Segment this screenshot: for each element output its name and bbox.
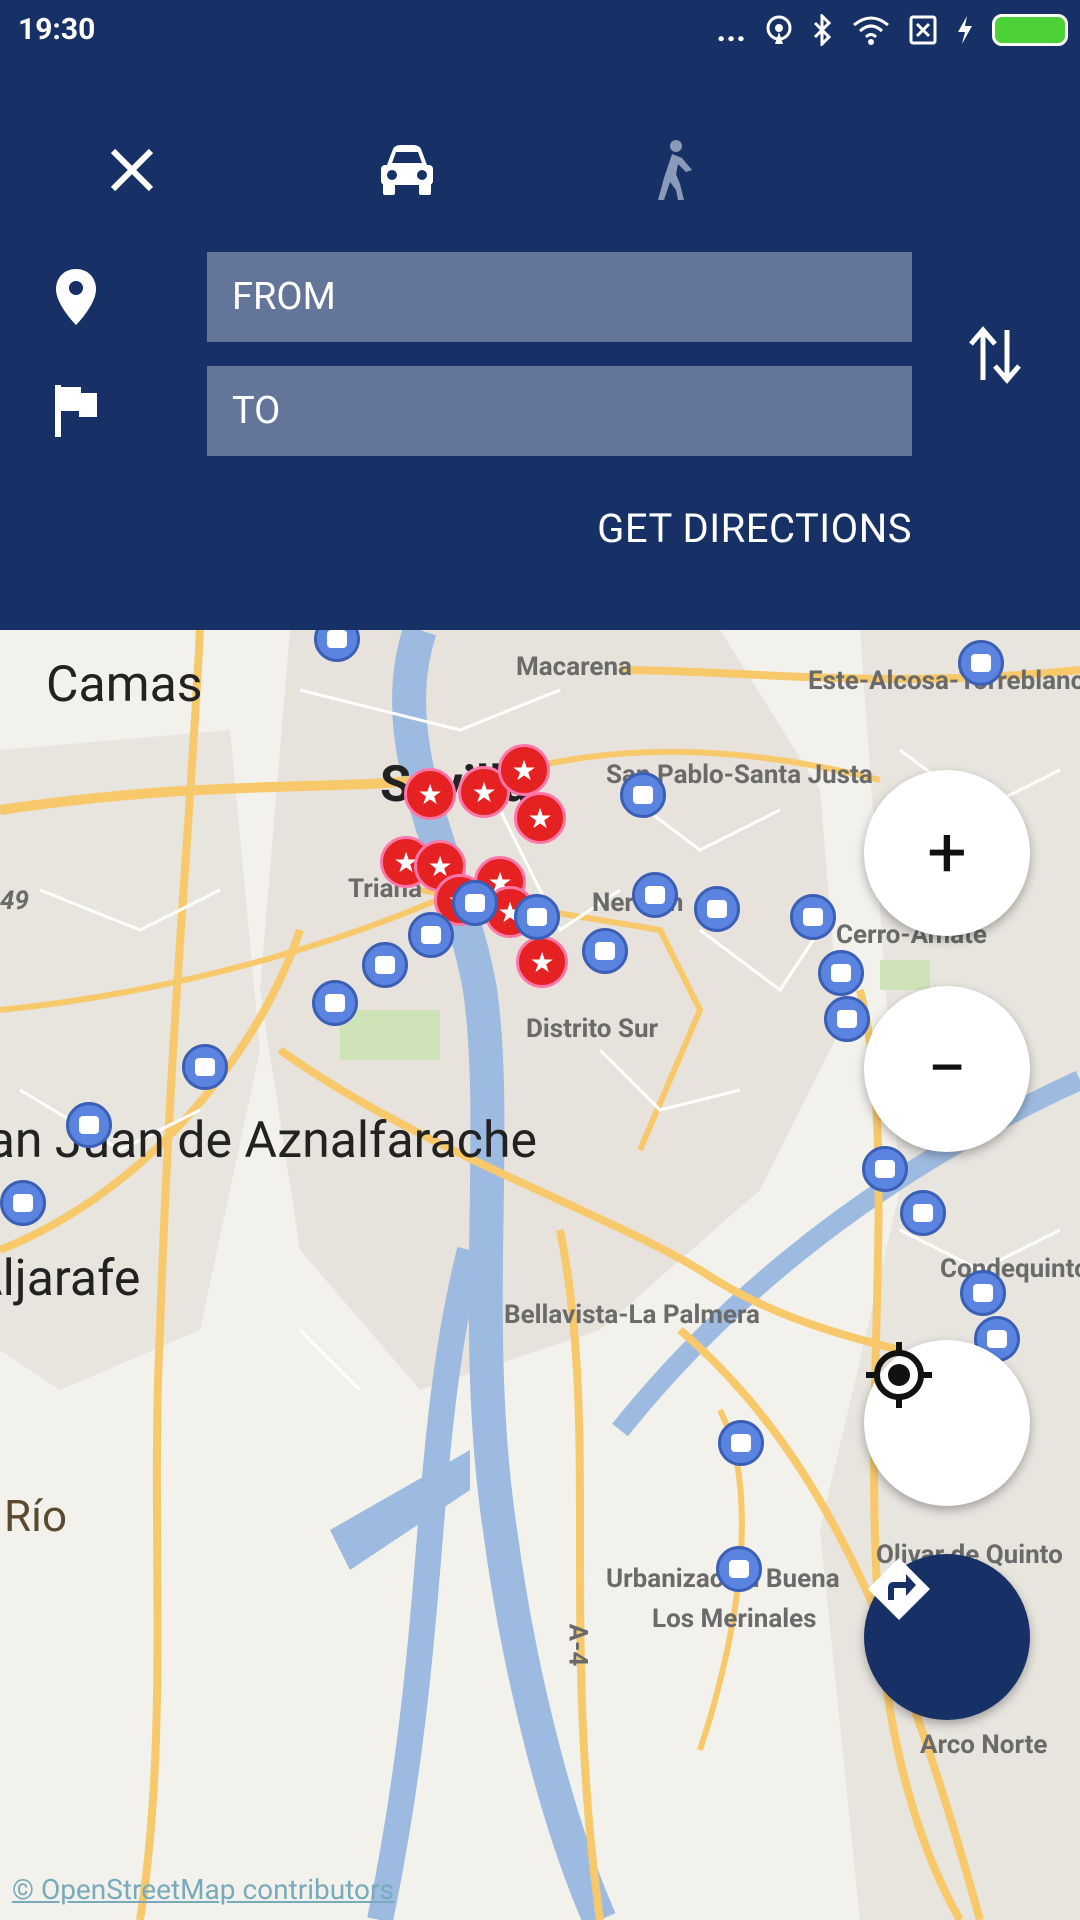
metro-stop-marker[interactable] <box>716 1546 762 1592</box>
metro-stop-marker[interactable] <box>718 1420 764 1466</box>
close-icon <box>110 148 154 192</box>
poi-marker[interactable]: ★ <box>404 768 456 820</box>
metro-stop-marker[interactable] <box>582 928 628 974</box>
walk-icon <box>658 140 692 200</box>
charging-icon <box>958 16 972 44</box>
label-a49: 49 <box>0 886 29 916</box>
metro-stop-marker[interactable] <box>66 1102 112 1148</box>
battery-icon <box>992 14 1068 46</box>
from-row: FROM <box>0 252 1080 342</box>
flag-icon <box>50 376 102 446</box>
label-los-merinales: Los Merinales <box>652 1604 817 1634</box>
crosshair-icon <box>866 1342 932 1408</box>
poi-marker[interactable]: ★ <box>498 744 550 796</box>
label-arco-norte: Arco Norte <box>920 1730 1048 1760</box>
car-mode-button[interactable] <box>357 120 457 220</box>
close-button[interactable] <box>82 120 182 220</box>
metro-stop-marker[interactable] <box>818 950 864 996</box>
hotspot-icon <box>766 15 792 44</box>
metro-stop-marker[interactable] <box>182 1044 228 1090</box>
poi-marker[interactable]: ★ <box>516 936 568 988</box>
zoom-in-button[interactable]: + <box>864 770 1030 936</box>
metro-stop-marker[interactable] <box>620 772 666 818</box>
metro-stop-marker[interactable] <box>790 894 836 940</box>
car-icon <box>381 145 433 195</box>
directions-header: 19:30 ... FROM TO GET DIRECTIONS <box>0 0 1080 630</box>
from-input[interactable]: FROM <box>207 252 912 342</box>
location-pin-icon <box>50 262 102 332</box>
label-camas: Camas <box>46 656 203 714</box>
metro-stop-marker[interactable] <box>0 1180 46 1226</box>
walk-mode-button[interactable] <box>622 120 722 220</box>
bluetooth-icon <box>813 14 832 46</box>
zoom-out-button[interactable]: − <box>864 986 1030 1152</box>
metro-stop-marker[interactable] <box>958 640 1004 686</box>
label-bellavista: Bellavista-La Palmera <box>504 1300 760 1330</box>
to-row: TO <box>0 366 1080 456</box>
minus-icon: − <box>926 1028 968 1110</box>
my-location-button[interactable] <box>864 1340 1030 1506</box>
label-este-alcosa: Este-Alcosa-Torreblanca <box>808 666 1080 696</box>
metro-stop-marker[interactable] <box>694 886 740 932</box>
status-time: 19:30 <box>18 12 96 47</box>
metro-stop-marker[interactable] <box>452 880 498 926</box>
label-a4: A-4 <box>562 1623 593 1667</box>
get-directions-button[interactable]: GET DIRECTIONS <box>597 505 912 552</box>
poi-marker[interactable]: ★ <box>514 792 566 844</box>
more-dots-icon: ... <box>716 10 746 50</box>
map-view[interactable]: Camas Sevilla Triana Macarena Este-Alcos… <box>0 630 1080 1920</box>
wifi-icon <box>853 16 889 45</box>
status-icons: ... <box>716 10 1068 50</box>
metro-stop-marker[interactable] <box>632 872 678 918</box>
swap-button[interactable] <box>965 320 1025 390</box>
swap-icon <box>969 326 1021 384</box>
map-attribution[interactable]: © OpenStreetMap contributors <box>12 1873 394 1906</box>
label-aljarafe: Aljarafe <box>0 1250 141 1308</box>
directions-fab[interactable] <box>864 1554 1030 1720</box>
metro-stop-marker[interactable] <box>362 942 408 988</box>
metro-stop-marker[interactable] <box>960 1270 1006 1316</box>
metro-stop-marker[interactable] <box>900 1190 946 1236</box>
no-sim-icon <box>909 15 937 45</box>
label-rio: Río <box>4 1490 68 1542</box>
travel-mode-row <box>0 120 1080 220</box>
label-macarena: Macarena <box>516 652 632 682</box>
plus-icon: + <box>927 812 967 894</box>
directions-icon <box>868 1558 930 1620</box>
metro-stop-marker[interactable] <box>824 996 870 1042</box>
metro-stop-marker[interactable] <box>408 912 454 958</box>
metro-stop-marker[interactable] <box>862 1146 908 1192</box>
label-distrito-sur: Distrito Sur <box>526 1014 659 1044</box>
metro-stop-marker[interactable] <box>312 980 358 1026</box>
metro-stop-marker[interactable] <box>514 894 560 940</box>
status-bar: 19:30 ... <box>0 0 1080 60</box>
to-input[interactable]: TO <box>207 366 912 456</box>
label-condequinto: Condequinto <box>940 1254 1080 1284</box>
